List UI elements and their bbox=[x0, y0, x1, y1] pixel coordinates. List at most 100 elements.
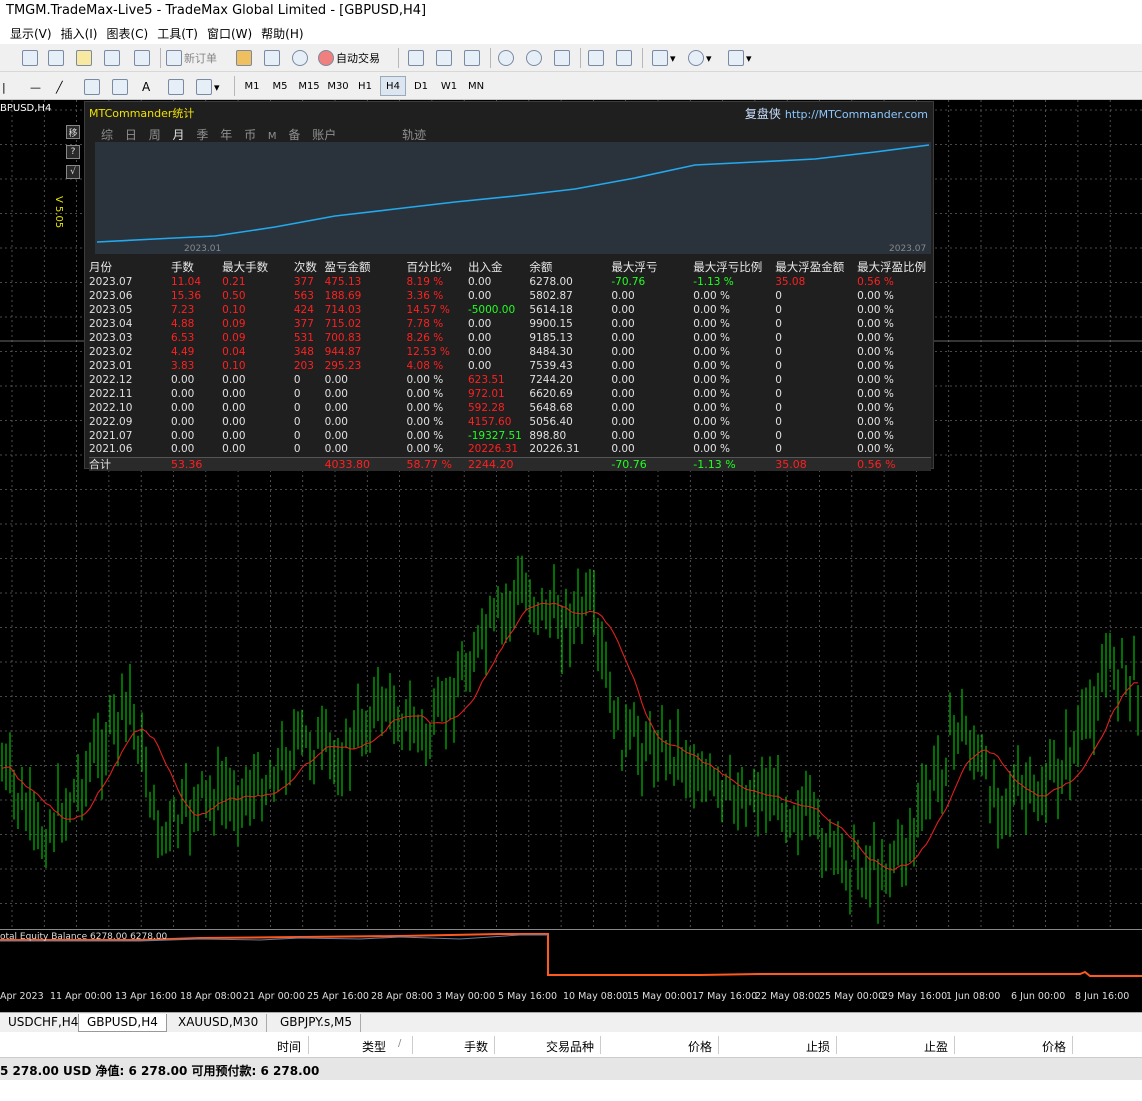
tab-month[interactable]: 月 bbox=[173, 128, 185, 142]
metaeditor-button[interactable] bbox=[236, 47, 254, 69]
tab-currency[interactable]: 币 bbox=[244, 128, 256, 142]
menu-window[interactable]: 窗口(W) bbox=[207, 22, 261, 44]
alerts-button[interactable] bbox=[264, 47, 282, 69]
tf-m5[interactable]: M5 bbox=[267, 76, 293, 96]
zoom-out-button[interactable] bbox=[526, 47, 544, 69]
tab-day[interactable]: 日 bbox=[125, 128, 137, 142]
header-col-8[interactable]: 最大浮亏 bbox=[611, 259, 693, 275]
indicators-button[interactable]: ▾ bbox=[652, 47, 676, 69]
tile-windows-button[interactable] bbox=[554, 47, 572, 69]
cell-3: 424 bbox=[293, 303, 314, 316]
line-chart-button[interactable] bbox=[464, 47, 482, 69]
menu-charts[interactable]: 图表(C) bbox=[106, 22, 157, 44]
template-icon bbox=[728, 50, 744, 66]
equity-curve-chart bbox=[95, 142, 931, 254]
chart-tab-usdchf[interactable]: USDCHF,H4 bbox=[0, 1014, 88, 1032]
col-price[interactable]: 价格 bbox=[688, 1038, 712, 1055]
menu-insert[interactable]: 插入(I) bbox=[61, 22, 107, 44]
signals-button[interactable] bbox=[292, 47, 310, 69]
col-sl[interactable]: 止损 bbox=[806, 1038, 830, 1055]
channel-button[interactable] bbox=[84, 76, 102, 98]
header-col-11[interactable]: 最大浮盈比例 bbox=[857, 259, 931, 275]
header-col-10[interactable]: 最大浮盈金额 bbox=[775, 259, 857, 275]
menu-tools[interactable]: 工具(T) bbox=[157, 22, 207, 44]
col-price-current[interactable]: 价格 bbox=[1042, 1038, 1066, 1055]
market-watch-button[interactable] bbox=[76, 47, 94, 69]
equity-curve-line bbox=[96, 144, 930, 243]
col-lots[interactable]: 手数 bbox=[464, 1038, 488, 1055]
trendline-button[interactable]: ╱ bbox=[56, 76, 63, 98]
new-chart-button[interactable] bbox=[22, 47, 40, 69]
tf-m30[interactable]: M30 bbox=[324, 76, 352, 96]
move-panel-button[interactable]: 移 bbox=[66, 125, 80, 139]
time-label: 6 Jun 00:00 bbox=[1011, 991, 1066, 1002]
fibonacci-button[interactable] bbox=[112, 76, 130, 98]
horizontal-line-button[interactable]: — bbox=[30, 76, 41, 98]
header-col-2[interactable]: 最大手数 bbox=[222, 259, 294, 275]
tf-h1[interactable]: H1 bbox=[352, 76, 378, 96]
tab-quarter[interactable]: 季 bbox=[196, 128, 208, 142]
cell-6: -19327.51 bbox=[467, 429, 522, 442]
col-type[interactable]: 类型 bbox=[362, 1038, 386, 1055]
profiles-button[interactable] bbox=[48, 47, 66, 69]
price-chart[interactable]: BPUSD,H4 移 ? √ V 5.05 MTCommander统计 复盘侠 h… bbox=[0, 100, 1142, 1012]
col-tp[interactable]: 止盈 bbox=[924, 1038, 948, 1055]
help-button[interactable]: ? bbox=[66, 145, 80, 159]
cell-5: 0.00 % bbox=[406, 429, 444, 442]
auto-scroll-button[interactable] bbox=[588, 47, 606, 69]
cell-9: 0.00 % bbox=[693, 373, 730, 386]
equity-curve-svg bbox=[96, 144, 930, 243]
tab-trajectory[interactable]: 轨迹 bbox=[402, 128, 426, 142]
header-col-9[interactable]: 最大浮亏比例 bbox=[693, 259, 775, 275]
tf-d1[interactable]: D1 bbox=[408, 76, 434, 96]
tf-m15[interactable]: M15 bbox=[295, 76, 323, 96]
table-row: 2023.07 11.04 0.21 377 475.13 8.19 % 0.00 6278.… bbox=[89, 275, 931, 289]
tf-w1[interactable]: W1 bbox=[436, 76, 462, 96]
bar-chart-button[interactable] bbox=[408, 47, 426, 69]
header-col-6[interactable]: 出入金 bbox=[468, 259, 529, 275]
panel-brand-link[interactable]: 复盘侠 http://MTCommander.com bbox=[745, 105, 928, 122]
text-label-button[interactable] bbox=[168, 76, 186, 98]
navigator-button[interactable] bbox=[104, 47, 122, 69]
templates-button[interactable]: ▾ bbox=[728, 47, 752, 69]
header-col-3[interactable]: 次数 bbox=[294, 259, 325, 275]
header-col-7[interactable]: 余额 bbox=[529, 259, 611, 275]
strategy-tester-button[interactable] bbox=[134, 47, 152, 69]
menu-help[interactable]: 帮助(H) bbox=[261, 22, 312, 44]
periods-button[interactable]: ▾ bbox=[688, 47, 712, 69]
text-button[interactable]: A bbox=[142, 76, 150, 98]
tab-account[interactable]: 账户 bbox=[312, 128, 336, 142]
menu-view[interactable]: 显示(V) bbox=[10, 22, 61, 44]
header-col-1[interactable]: 手数 bbox=[171, 259, 222, 275]
header-col-5[interactable]: 百分比% bbox=[407, 259, 468, 275]
tab-magic[interactable]: M bbox=[268, 131, 277, 142]
zoom-in-button[interactable] bbox=[498, 47, 516, 69]
tab-year[interactable]: 年 bbox=[220, 128, 232, 142]
chart-shift-button[interactable] bbox=[616, 47, 634, 69]
cell-4: 4033.80 bbox=[324, 456, 407, 471]
header-col-0[interactable]: 月份 bbox=[89, 259, 171, 275]
col-symbol[interactable]: 交易品种 bbox=[546, 1038, 594, 1055]
header-col-4[interactable]: 盈亏金额 bbox=[325, 259, 407, 275]
auto-trading-button[interactable]: 自动交易 bbox=[318, 47, 380, 69]
cell-8: 0.00 bbox=[611, 373, 635, 386]
col-time[interactable]: 时间 bbox=[277, 1038, 301, 1055]
vertical-line-button[interactable]: | bbox=[2, 76, 6, 98]
arrows-button[interactable]: ▾ bbox=[196, 76, 220, 98]
tab-notes[interactable]: 备 bbox=[288, 128, 300, 142]
check-button[interactable]: √ bbox=[66, 165, 80, 179]
tab-overview[interactable]: 综 bbox=[101, 128, 113, 142]
tab-week[interactable]: 周 bbox=[149, 128, 161, 142]
cell-7: 6278.00 bbox=[529, 275, 573, 288]
candlestick-button[interactable] bbox=[436, 47, 454, 69]
tf-h4[interactable]: H4 bbox=[380, 76, 406, 96]
tf-mn[interactable]: MN bbox=[463, 76, 489, 96]
tf-m1[interactable]: M1 bbox=[239, 76, 265, 96]
new-order-button[interactable]: 新订单 bbox=[166, 47, 217, 69]
chart-tab-gbpjpy[interactable]: GBPJPY.s,M5 bbox=[272, 1014, 362, 1032]
star-icon bbox=[76, 50, 92, 66]
chart-tab-gbpusd[interactable]: GBPUSD,H4 bbox=[78, 1014, 167, 1032]
cell-10: 0 bbox=[775, 331, 782, 344]
chart-tab-xauusd[interactable]: XAUUSD,M30 bbox=[170, 1014, 268, 1032]
cell-2: 0.09 bbox=[222, 331, 246, 344]
